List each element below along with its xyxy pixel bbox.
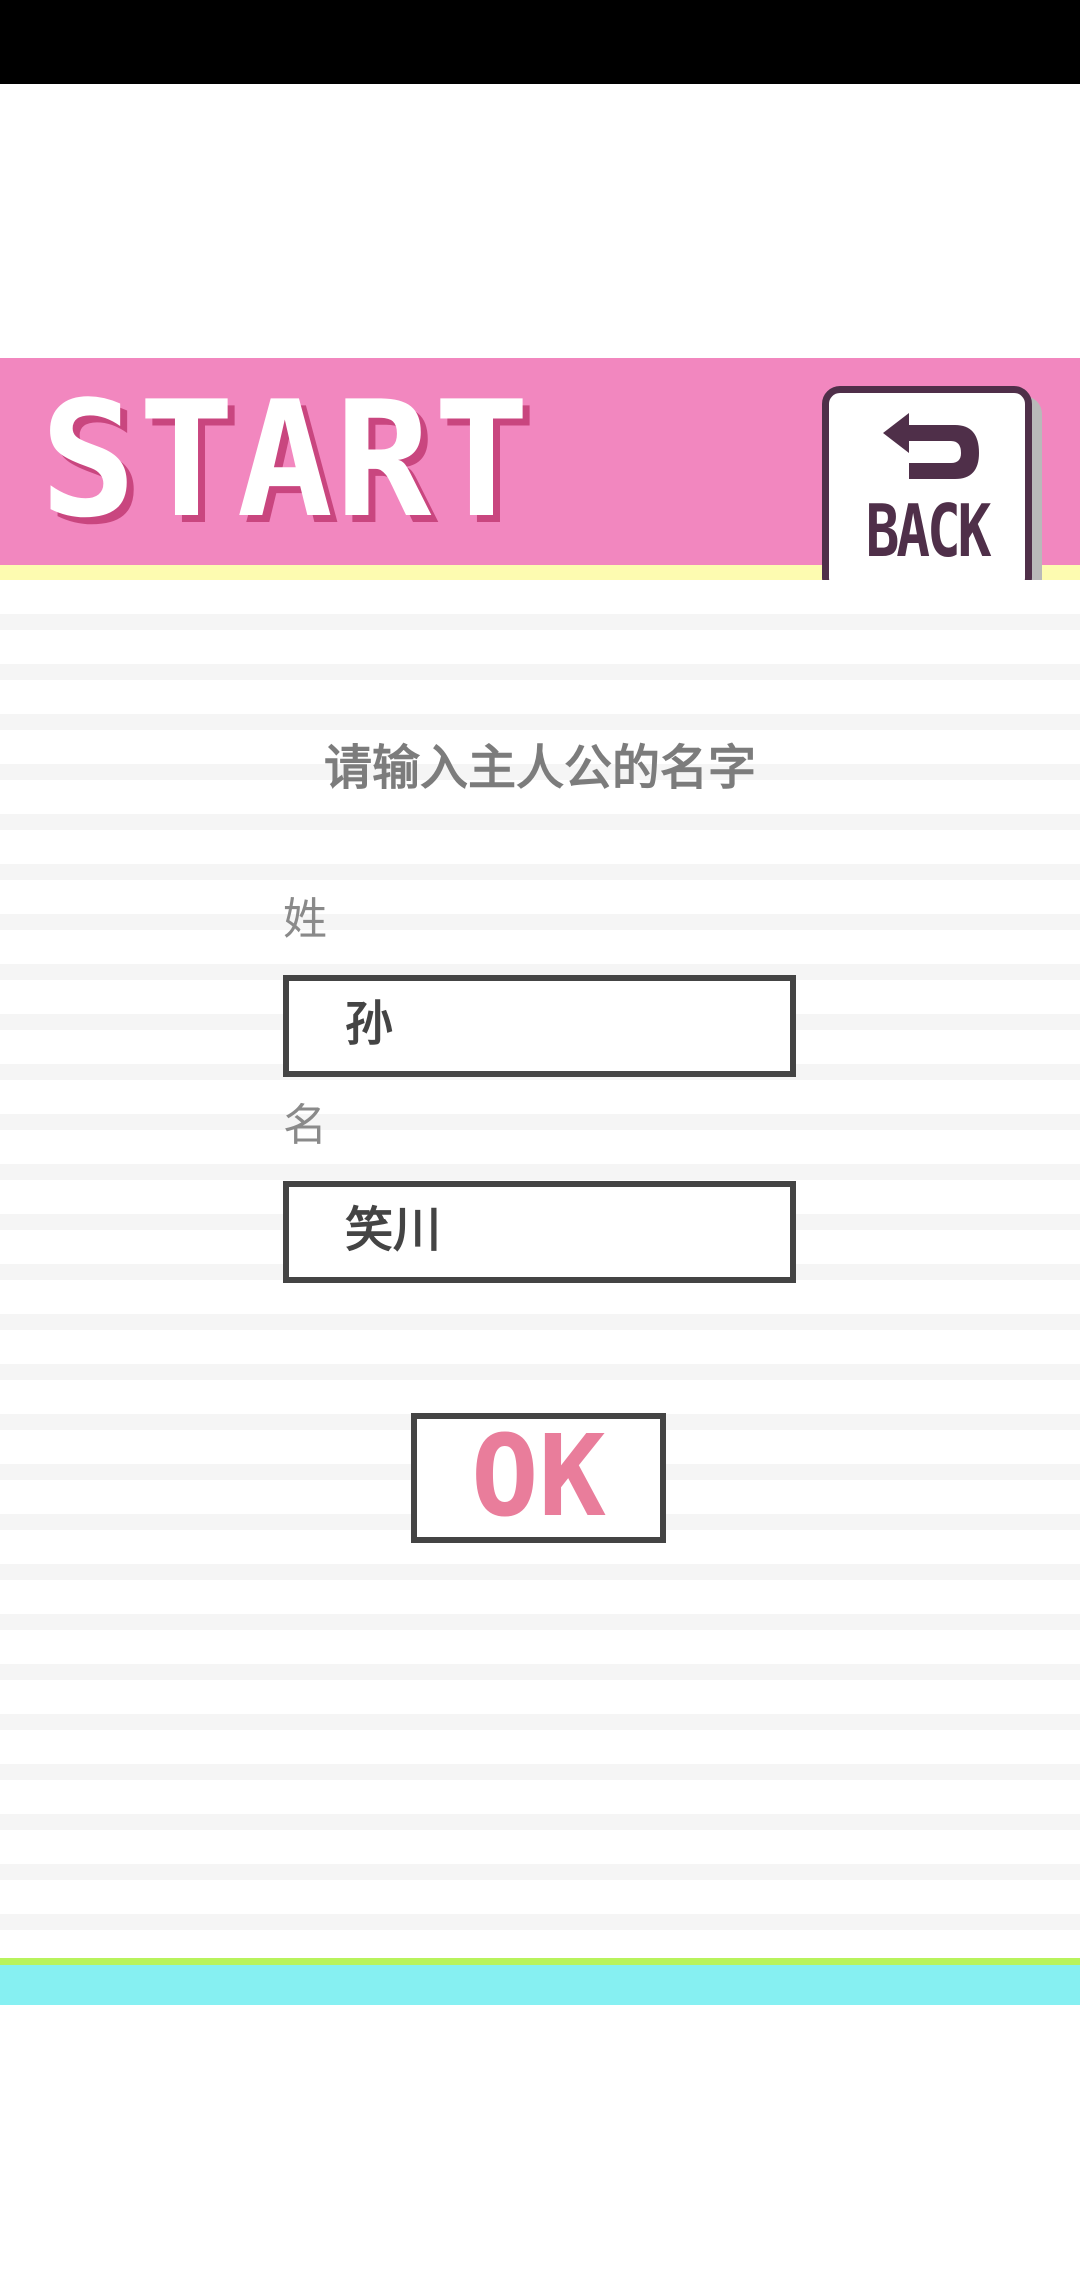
footer-bar bbox=[0, 1965, 1080, 2005]
screen: START BACK 请输入主人公的名字 姓 孙 名 笑川 OK bbox=[0, 0, 1080, 2280]
given-name-label: 名 bbox=[283, 1100, 327, 1151]
footer-divider bbox=[0, 1958, 1080, 1965]
ok-button[interactable]: OK bbox=[411, 1413, 666, 1543]
name-prompt: 请输入主人公的名字 bbox=[323, 740, 756, 796]
surname-label: 姓 bbox=[283, 894, 327, 945]
back-button-label: BACK bbox=[865, 489, 992, 573]
return-arrow-icon bbox=[883, 413, 979, 479]
page-title: START bbox=[40, 366, 532, 553]
surname-input[interactable]: 孙 bbox=[283, 975, 796, 1077]
back-button[interactable]: BACK bbox=[822, 386, 1032, 596]
given-name-input[interactable]: 笑川 bbox=[283, 1181, 796, 1283]
status-bar bbox=[0, 0, 1080, 84]
